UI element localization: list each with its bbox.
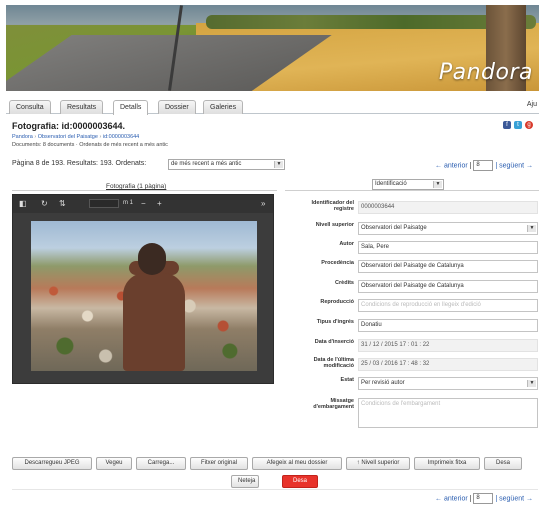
photo-image[interactable] <box>31 221 257 371</box>
photo-photographer-head <box>138 243 166 275</box>
prev-page-link[interactable]: ← anterior <box>435 162 468 169</box>
field-label: Reproducció <box>320 299 354 305</box>
divider <box>12 190 277 191</box>
identificador-value: 0000003644 <box>358 201 538 214</box>
results-summary: Pàgina 8 de 193. Resultats: 193. Ordenat… <box>12 160 147 167</box>
pager-separator: | <box>469 495 472 503</box>
next-page-link[interactable]: | següent → <box>495 162 533 169</box>
data-insercio-value: 31 / 12 / 2015 17 : 01 : 22 <box>358 339 538 352</box>
chevron-down-icon: ▼ <box>527 225 536 232</box>
zoom-level: m 1 <box>123 200 134 206</box>
save-as-button[interactable]: Desa <box>484 457 522 470</box>
chevron-down-icon: ▼ <box>527 380 536 387</box>
next-page-link[interactable]: | següent → <box>495 495 533 502</box>
photo-photographer <box>123 273 185 371</box>
field-label: Nivell superior <box>315 222 354 228</box>
print-record-button[interactable]: Imprimeix fitxa <box>414 457 480 470</box>
field-label: Crèdits <box>335 280 354 286</box>
page-number-input[interactable]: 8 <box>473 493 494 504</box>
tab-dossier[interactable]: Dossier <box>158 100 196 114</box>
sidebar-toggle-icon[interactable]: ◧ <box>19 199 27 208</box>
breadcrumb-root[interactable]: Pandora <box>12 134 33 140</box>
save-button[interactable]: Desa <box>282 475 318 488</box>
field-label: Missatge d'embargament <box>313 398 354 410</box>
pager-separator: | <box>469 162 472 170</box>
rotate-icon[interactable]: ↻ <box>41 199 48 208</box>
estat-select[interactable]: Per revisió autor ▼ <box>358 377 538 390</box>
tipus-ingres-input[interactable]: Donatiu <box>358 319 538 332</box>
field-label: Procedència <box>321 260 354 266</box>
facebook-icon[interactable]: f <box>503 121 511 129</box>
breadcrumb-current: id:0000003644 <box>102 134 140 140</box>
flip-icon[interactable]: ⇅ <box>59 199 66 208</box>
viewer-toolbar: ◧ ↻ ⇅ m 1 − + » <box>13 195 273 213</box>
documents-note: Documents: 8 documents · Ordenats de més… <box>12 142 168 148</box>
prev-page-link[interactable]: ← anterior <box>435 495 468 502</box>
zoom-in-icon[interactable]: + <box>157 199 162 208</box>
nivell-superior-value: Observatori del Paisatge <box>361 225 427 231</box>
view-button[interactable]: Vegeu <box>96 457 132 470</box>
zoom-out-icon[interactable]: − <box>141 199 146 208</box>
field-label: Data de l'última modificació <box>313 357 354 369</box>
parent-level-button[interactable]: ↑ Nivell superior <box>346 457 410 470</box>
fullscreen-icon[interactable]: » <box>261 199 265 208</box>
embargament-textarea[interactable]: Condicions de l'embargament <box>358 398 538 428</box>
record-title: Fotografia: id:0000003644. <box>12 121 126 131</box>
field-label: Identificador del registre <box>311 200 354 212</box>
field-label: Tipus d'ingrés <box>316 319 354 325</box>
breadcrumb-parent[interactable]: Observatori del Paisatge <box>38 134 98 140</box>
breadcrumb: Pandora › Observatori del Paisatge › id:… <box>12 134 139 140</box>
google-plus-icon[interactable]: g <box>525 121 533 129</box>
data-modificacio-value: 25 / 03 / 2016 17 : 48 : 32 <box>358 358 538 371</box>
reproduccio-input[interactable]: Condicions de reproducció en llegeix d'e… <box>358 299 538 312</box>
estat-value: Per revisió autor <box>361 380 405 386</box>
main-tabs: Consulta Resultats Detalls Dossier Galer… <box>6 98 539 115</box>
zoom-input[interactable] <box>89 199 119 208</box>
sort-order-value: de més recent a més antic <box>171 161 242 167</box>
upload-button[interactable]: Carrega... <box>136 457 186 470</box>
divider <box>285 190 539 191</box>
reset-button[interactable]: Neteja <box>231 475 259 488</box>
pager-bottom: ← anterior | 8 | següent → <box>435 493 533 504</box>
download-jpeg-button[interactable]: Descarregueu JPEG <box>12 457 92 470</box>
pandora-logo[interactable]: Pandora <box>439 60 533 85</box>
field-label: Estat <box>340 377 354 383</box>
tab-detalls[interactable]: Detalls <box>113 100 149 115</box>
pager-top: ← anterior | 8 | següent → <box>435 160 533 171</box>
nivell-superior-select[interactable]: Observatori del Paisatge ▼ <box>358 222 538 235</box>
header-banner: Pandora <box>6 5 539 91</box>
twitter-icon[interactable]: t <box>514 121 522 129</box>
chevron-down-icon: ▼ <box>433 181 442 188</box>
original-file-button[interactable]: Fitxer original <box>190 457 248 470</box>
page-number-input[interactable]: 8 <box>473 160 494 171</box>
social-share: f t g <box>503 121 533 129</box>
action-buttons: Descarregueu JPEG Vegeu Carrega... Fitxe… <box>12 457 532 471</box>
divider <box>12 489 538 490</box>
tab-galeries[interactable]: Galeries <box>203 100 244 114</box>
procedencia-input[interactable]: Observatori del Paisatge de Catalunya <box>358 260 538 273</box>
field-label: Data d'inserció <box>314 339 354 345</box>
view-mode-value: Identificació <box>375 181 407 187</box>
tab-resultats[interactable]: Resultats <box>60 100 104 114</box>
chevron-down-icon: ▼ <box>274 161 283 168</box>
add-to-dossier-button[interactable]: Afegeix al meu dossier <box>252 457 342 470</box>
help-link[interactable]: Aju <box>527 101 537 108</box>
view-mode-select[interactable]: Identificació ▼ <box>372 179 444 190</box>
credits-input[interactable]: Observatori del Paisatge de Catalunya <box>358 280 538 293</box>
tab-consulta[interactable]: Consulta <box>9 100 51 114</box>
field-label: Autor <box>339 241 354 247</box>
sort-order-select[interactable]: de més recent a més antic ▼ <box>168 159 285 170</box>
image-viewer: ◧ ↻ ⇅ m 1 − + » <box>12 194 274 384</box>
autor-input[interactable]: Sala, Pere <box>358 241 538 254</box>
photos-heading: Fotografia (1 pàgina) <box>106 183 167 190</box>
